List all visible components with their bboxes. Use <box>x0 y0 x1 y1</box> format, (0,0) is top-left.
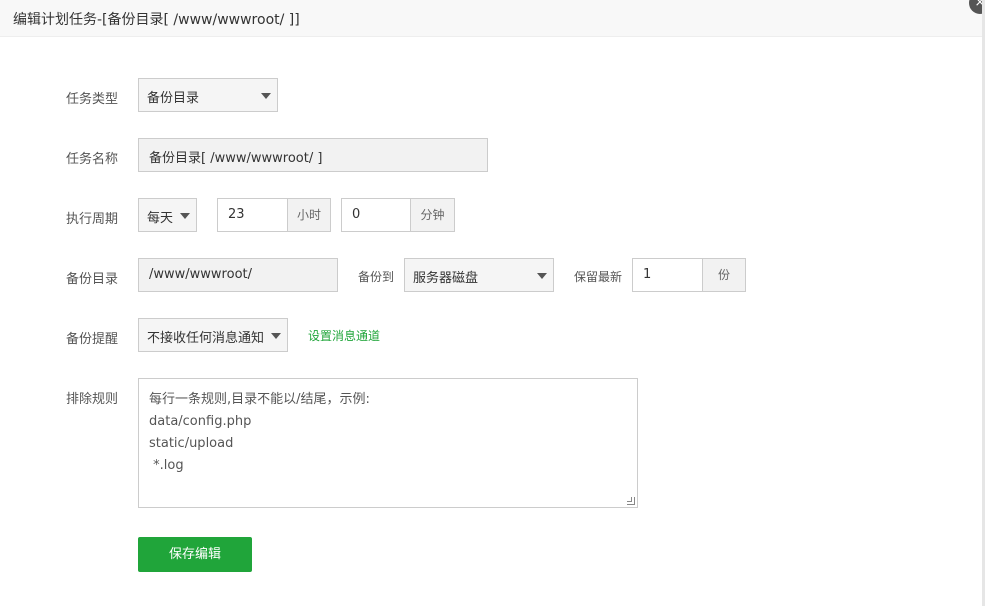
exclude-rules-label: 排除规则 <box>66 392 119 407</box>
notify-value: 不接收任何消息通知 <box>147 331 265 346</box>
set-notify-channel-link[interactable]: 设置消息通道 <box>308 327 380 344</box>
cycle-period-select[interactable]: 每天 <box>138 198 197 232</box>
task-type-value: 备份目录 <box>147 91 200 106</box>
backup-dir-input[interactable]: /www/wwwroot/ <box>138 258 338 292</box>
backup-to-select[interactable]: 服务器磁盘 <box>404 258 554 292</box>
save-edit-button[interactable]: 保存编辑 <box>138 537 252 572</box>
backup-dir-label: 备份目录 <box>66 272 119 287</box>
placeholder-line: 每行一条规则,目录不能以/结尾，示例: <box>149 392 370 407</box>
exclude-rules-textarea[interactable]: 每行一条规则,目录不能以/结尾，示例: data/config.php stat… <box>138 378 638 508</box>
dialog-header: 编辑计划任务-[备份目录[ /www/wwwroot/ ]] <box>0 0 985 37</box>
task-type-select[interactable]: 备份目录 <box>138 78 278 112</box>
cycle-label: 执行周期 <box>66 212 119 227</box>
placeholder-line: static/upload <box>149 436 234 451</box>
task-name-input[interactable]: 备份目录[ /www/wwwroot/ ] <box>138 138 488 172</box>
placeholder-line: data/config.php <box>149 414 252 429</box>
keep-latest-value: 1 <box>643 267 652 282</box>
chevron-down-icon <box>180 213 190 219</box>
task-name-label: 任务名称 <box>66 152 119 167</box>
cycle-hour-input[interactable]: 23 小时 <box>217 198 331 232</box>
task-type-label: 任务类型 <box>66 92 119 107</box>
hour-unit-addon: 小时 <box>287 199 330 231</box>
cycle-period-value: 每天 <box>147 211 174 226</box>
resize-handle-icon[interactable] <box>627 497 635 505</box>
placeholder-line: *.log <box>149 458 184 473</box>
chevron-down-icon <box>261 93 271 99</box>
cycle-hour-value: 23 <box>228 207 245 222</box>
chevron-down-icon <box>537 273 547 279</box>
minute-unit-addon: 分钟 <box>410 199 454 231</box>
dialog-title: 编辑计划任务-[备份目录[ /www/wwwroot/ ]] <box>13 12 300 28</box>
cycle-minute-input[interactable]: 0 分钟 <box>341 198 455 232</box>
keep-latest-label: 保留最新 <box>574 270 623 284</box>
task-name-value: 备份目录[ /www/wwwroot/ ] <box>149 151 323 166</box>
notify-label: 备份提醒 <box>66 332 119 347</box>
backup-to-label: 备份到 <box>358 270 395 284</box>
keep-latest-input[interactable]: 1 份 <box>632 258 746 292</box>
backup-to-value: 服务器磁盘 <box>413 271 479 286</box>
cycle-minute-value: 0 <box>352 207 361 222</box>
keep-unit-addon: 份 <box>702 259 745 291</box>
backup-dir-value: /www/wwwroot/ <box>149 267 252 282</box>
edit-cron-task-dialog: 编辑计划任务-[备份目录[ /www/wwwroot/ ]] × 任务类型 备份… <box>0 0 985 606</box>
notify-select[interactable]: 不接收任何消息通知 <box>138 318 288 352</box>
chevron-down-icon <box>271 333 281 339</box>
